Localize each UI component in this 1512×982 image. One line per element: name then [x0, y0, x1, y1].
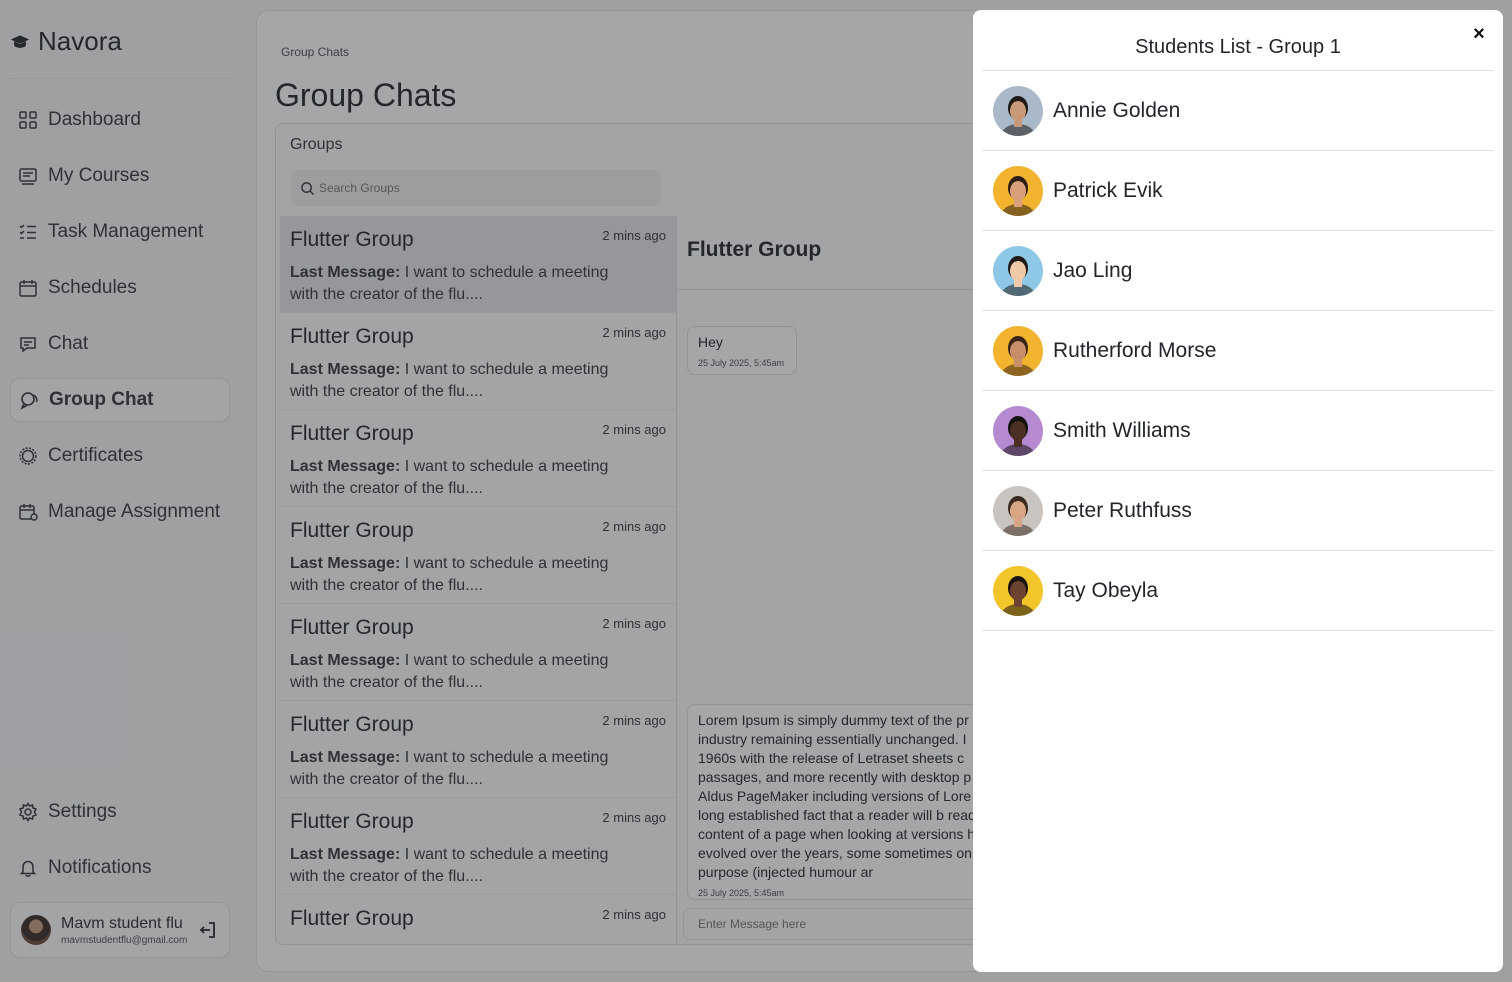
- avatar: [993, 325, 1043, 376]
- modal-title: Students List - Group 1: [1135, 36, 1341, 58]
- avatar: [993, 405, 1043, 456]
- student-row[interactable]: Annie Golden: [983, 71, 1493, 151]
- student-name: Patrick Evik: [1053, 178, 1163, 202]
- student-name: Tay Obeyla: [1053, 578, 1159, 602]
- student-name: Jao Ling: [1053, 258, 1133, 282]
- student-row[interactable]: Jao Ling: [983, 231, 1493, 311]
- avatar: [993, 485, 1043, 536]
- student-list: Annie Golden Patrick Evik Jao Ling Ruthe…: [983, 71, 1493, 631]
- avatar: [993, 245, 1043, 296]
- student-name: Rutherford Morse: [1053, 338, 1217, 362]
- student-row[interactable]: Tay Obeyla: [983, 551, 1493, 631]
- students-list-modal: Students List - Group 1 × Annie Golden P…: [973, 10, 1503, 972]
- student-row[interactable]: Rutherford Morse: [983, 311, 1493, 391]
- student-row[interactable]: Smith Williams: [983, 391, 1493, 471]
- student-name: Smith Williams: [1053, 418, 1191, 442]
- avatar: [993, 565, 1043, 616]
- student-name: Annie Golden: [1053, 98, 1181, 122]
- student-row[interactable]: Patrick Evik: [983, 151, 1493, 231]
- student-name: Peter Ruthfuss: [1053, 498, 1192, 522]
- student-row[interactable]: Peter Ruthfuss: [983, 471, 1493, 551]
- avatar: [993, 165, 1043, 216]
- avatar: [993, 85, 1043, 136]
- close-button[interactable]: ×: [1469, 24, 1489, 44]
